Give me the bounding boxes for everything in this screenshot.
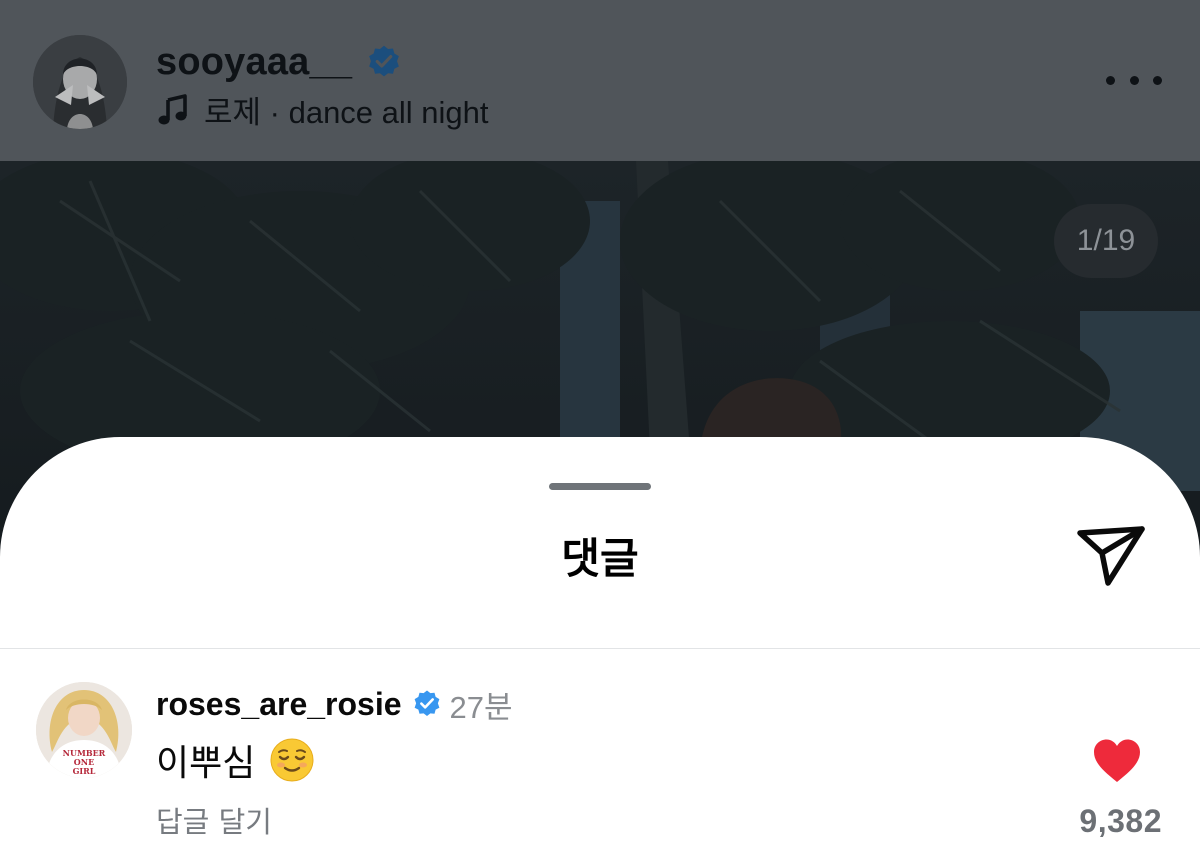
music-row[interactable]: 로제 · dance all night <box>156 88 489 130</box>
sheet-divider <box>0 648 1200 649</box>
commenter-username[interactable]: roses_are_rosie <box>156 686 402 723</box>
commenter-avatar[interactable]: NUMBER ONE GIRL <box>36 682 132 778</box>
comment-text: 이뿌심 <box>156 743 256 784</box>
reply-button[interactable]: 답글 달기 <box>156 799 272 841</box>
avatar-shirt-text-line3: GIRL <box>73 766 96 776</box>
commenter-avatar-image: NUMBER ONE GIRL <box>36 682 132 778</box>
music-track-label: 로제 · dance all night <box>204 94 489 130</box>
poster-avatar-image <box>33 35 127 129</box>
more-horizontal-icon-dot <box>1153 75 1162 85</box>
comments-sheet: 댓글 NUMBER ONE GIRL roses_are_rosie 27분 이… <box>0 437 1200 865</box>
paper-plane-icon <box>1077 526 1145 586</box>
more-options-button[interactable] <box>1106 64 1162 96</box>
like-button[interactable] <box>1092 738 1142 784</box>
more-horizontal-icon-dot <box>1129 75 1139 85</box>
poster-username-row: sooyaaa__ <box>156 38 402 86</box>
more-horizontal-icon-dot <box>1106 75 1115 85</box>
comment-timestamp: 27분 <box>449 689 513 725</box>
relieved-face-emoji-icon <box>270 738 314 782</box>
page-indicator: 1/19 <box>1054 204 1158 278</box>
verified-badge-icon <box>414 690 439 716</box>
sheet-drag-handle[interactable] <box>549 483 651 490</box>
share-button[interactable] <box>1072 519 1152 591</box>
like-count: 9,382 <box>1079 803 1162 839</box>
verified-badge-icon <box>369 45 400 77</box>
comment-header: roses_are_rosie 27분 <box>156 682 513 726</box>
sheet-title: 댓글 <box>561 535 639 582</box>
music-note-icon <box>158 94 187 125</box>
comment-body: 이뿌심 <box>156 735 315 785</box>
post-header: sooyaaa__ 로제 · dance all night <box>0 0 1200 161</box>
poster-username[interactable]: sooyaaa__ <box>156 41 352 84</box>
poster-avatar[interactable] <box>33 35 127 129</box>
heart-icon <box>1094 739 1140 782</box>
